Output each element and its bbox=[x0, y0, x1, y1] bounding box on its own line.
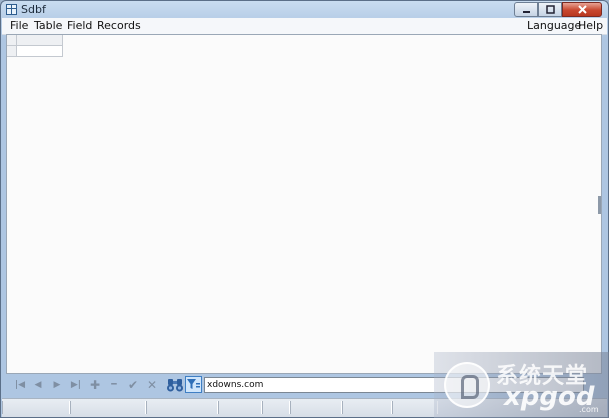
column-header[interactable] bbox=[17, 35, 63, 46]
grid-cell[interactable] bbox=[17, 46, 63, 57]
status-panel bbox=[342, 401, 392, 414]
next-record-button[interactable]: ▶ bbox=[49, 377, 65, 393]
first-record-icon: |◀ bbox=[14, 380, 26, 390]
maximize-button[interactable] bbox=[538, 2, 562, 17]
post-edit-button[interactable]: ✔ bbox=[125, 377, 141, 393]
menu-file[interactable]: File bbox=[10, 19, 28, 32]
status-panel bbox=[290, 401, 342, 414]
grid-corner-cell[interactable] bbox=[7, 35, 17, 46]
status-panel bbox=[70, 401, 146, 414]
app-icon[interactable] bbox=[6, 4, 17, 15]
last-record-button[interactable]: ▶| bbox=[68, 377, 84, 393]
next-record-icon: ▶ bbox=[53, 380, 61, 390]
row-indicator[interactable] bbox=[7, 46, 17, 57]
close-button[interactable] bbox=[562, 2, 602, 17]
menu-records[interactable]: Records bbox=[97, 19, 141, 32]
insert-record-icon: ✚ bbox=[89, 378, 101, 392]
cancel-edit-icon: ✕ bbox=[146, 378, 158, 392]
last-record-icon: ▶| bbox=[70, 380, 82, 390]
window-title: Sdbf bbox=[21, 3, 46, 16]
menu-table[interactable]: Table bbox=[34, 19, 62, 32]
cancel-edit-button[interactable]: ✕ bbox=[144, 377, 160, 393]
menu-field[interactable]: Field bbox=[67, 19, 92, 32]
maximize-icon bbox=[545, 5, 555, 14]
first-record-button[interactable]: |◀ bbox=[12, 377, 28, 393]
minimize-icon bbox=[522, 11, 530, 13]
status-panel bbox=[146, 401, 218, 414]
prior-record-icon: ◀ bbox=[34, 380, 42, 390]
post-edit-icon: ✔ bbox=[127, 378, 139, 392]
status-panel bbox=[2, 401, 70, 414]
find-button[interactable] bbox=[166, 376, 184, 394]
menu-language[interactable]: Language bbox=[527, 19, 581, 32]
status-panel bbox=[262, 401, 290, 414]
minimize-button[interactable] bbox=[514, 2, 538, 17]
insert-record-button[interactable]: ✚ bbox=[87, 377, 103, 393]
status-bar bbox=[2, 398, 607, 417]
status-panel bbox=[218, 401, 262, 414]
scrollbar-thumb[interactable] bbox=[598, 196, 601, 214]
data-grid[interactable] bbox=[6, 34, 602, 374]
status-panel bbox=[392, 401, 438, 414]
app-window: Sdbf File Table Field Records Language H… bbox=[0, 0, 609, 418]
binoculars-icon bbox=[167, 379, 183, 392]
search-input[interactable] bbox=[204, 377, 584, 393]
prior-record-button[interactable]: ◀ bbox=[30, 377, 46, 393]
delete-record-button[interactable]: ━ bbox=[106, 377, 122, 393]
filter-button[interactable] bbox=[185, 376, 202, 393]
close-icon bbox=[577, 5, 587, 14]
filter-icon bbox=[187, 379, 200, 389]
caption-buttons bbox=[514, 2, 602, 17]
navigator-toolbar: |◀ ◀ ▶ ▶| ✚ ━ ✔ ✕ bbox=[6, 375, 602, 395]
delete-record-icon: ━ bbox=[111, 380, 117, 390]
title-bar[interactable]: Sdbf bbox=[1, 1, 608, 19]
menu-help[interactable]: Help bbox=[578, 19, 603, 32]
menu-bar: File Table Field Records Language Help bbox=[2, 18, 607, 35]
